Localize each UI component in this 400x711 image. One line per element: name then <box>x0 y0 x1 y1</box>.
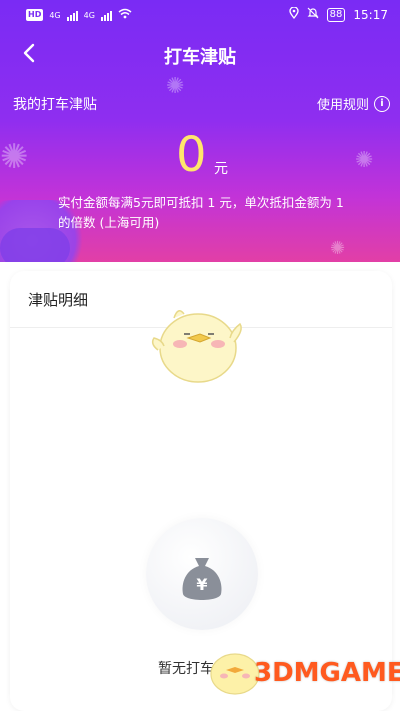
watermark-text: 3DMGAME <box>254 658 400 688</box>
signal-label: 4G <box>49 10 61 20</box>
subsidy-unit: 元 <box>214 161 228 177</box>
signal-icon <box>100 10 112 21</box>
svg-text:¥: ¥ <box>196 575 207 594</box>
money-bag-icon: ¥ <box>182 558 222 600</box>
detail-title: 津贴明细 <box>28 291 89 309</box>
hd-badge: HD <box>26 9 44 21</box>
clock-time: 15:17 <box>353 7 388 22</box>
usage-rules-link[interactable]: 使用规则 i <box>317 94 390 113</box>
decor-cloud <box>0 228 70 262</box>
sparkle-icon: ✺ <box>0 137 29 177</box>
bell-off-icon <box>307 7 319 22</box>
page-title: 打车津贴 <box>164 47 236 68</box>
location-icon <box>289 6 299 22</box>
wifi-icon <box>118 8 132 22</box>
chick-mascot-icon <box>151 310 242 383</box>
subsidy-description: 实付金额每满5元即可抵扣 1 元，单次抵扣金额为 1 的倍数 (上海可用) <box>58 195 344 230</box>
sparkle-icon: ✺ <box>355 148 374 173</box>
subsidy-amount: 0 <box>176 127 207 183</box>
signal-label: 4G <box>83 10 95 20</box>
nav-bar: 打车津贴 <box>0 35 400 75</box>
my-subsidy-label: 我的打车津贴 <box>13 97 97 113</box>
status-bar: HD 4G 4G 88 15:17 <box>0 0 400 28</box>
usage-rules-label: 使用规则 <box>316 98 369 113</box>
battery-icon: 88 <box>326 7 346 22</box>
signal-icon <box>66 10 78 21</box>
sparkle-icon: ✺ <box>166 74 185 99</box>
info-icon: i <box>374 95 390 112</box>
sparkle-icon: ✺ <box>330 238 346 259</box>
